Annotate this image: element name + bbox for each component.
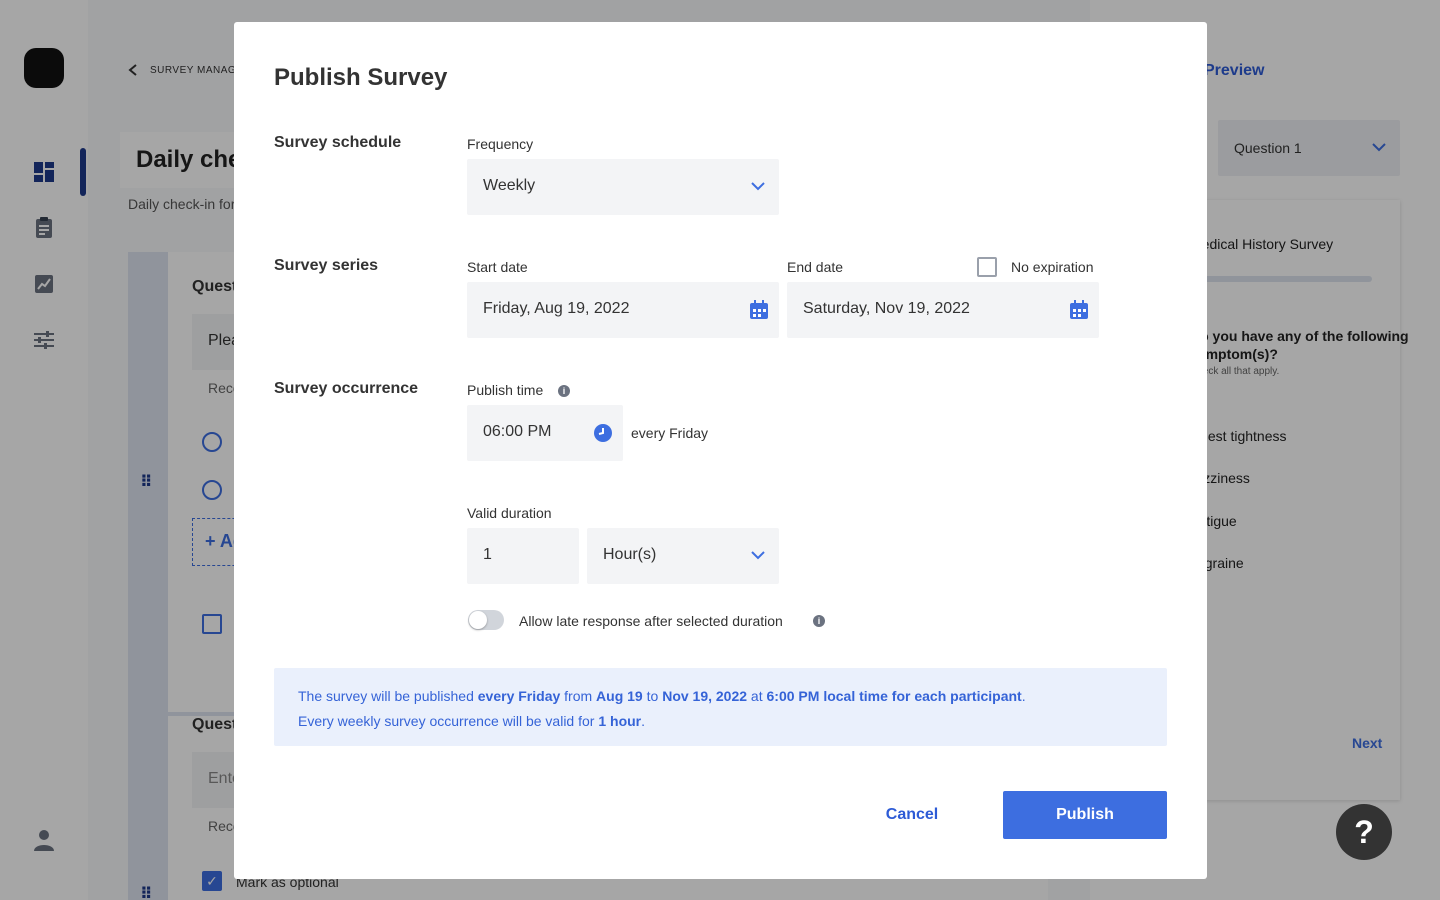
valid-duration-label: Valid duration	[467, 505, 552, 521]
occurrence-section-label: Survey occurrence	[274, 380, 419, 397]
toggle-knob	[469, 611, 487, 629]
start-date-field[interactable]: Friday, Aug 19, 2022	[467, 282, 779, 338]
duration-unit-value: Hour(s)	[603, 546, 657, 563]
modal-title: Publish Survey	[274, 64, 448, 91]
start-date-value: Friday, Aug 19, 2022	[483, 300, 630, 317]
calendar-icon[interactable]	[749, 300, 769, 320]
end-date-field[interactable]: Saturday, Nov 19, 2022	[787, 282, 1099, 338]
duration-input[interactable]: 1	[467, 528, 579, 584]
late-response-toggle[interactable]	[468, 610, 504, 630]
chevron-down-icon	[751, 182, 765, 191]
no-expiration-label: No expiration	[1011, 259, 1094, 275]
frequency-select[interactable]: Weekly	[467, 159, 779, 215]
calendar-icon[interactable]	[1069, 300, 1089, 320]
duration-unit-select[interactable]: Hour(s)	[587, 528, 779, 584]
clock-icon[interactable]	[593, 423, 613, 443]
chevron-down-icon	[751, 551, 765, 560]
publish-summary: The survey will be published every Frida…	[274, 668, 1167, 746]
late-response-label: Allow late response after selected durat…	[519, 613, 783, 629]
publish-button[interactable]: Publish	[1003, 791, 1167, 839]
schedule-section-label: Survey schedule	[274, 134, 402, 151]
summary-line-1: The survey will be published every Frida…	[298, 688, 1026, 704]
info-icon[interactable]: i	[558, 385, 570, 397]
no-expiration-checkbox[interactable]	[977, 257, 997, 277]
publish-time-label: Publish time	[467, 382, 544, 398]
publish-time-field[interactable]: 06:00 PM	[467, 405, 623, 461]
help-button[interactable]: ?	[1336, 804, 1392, 860]
start-date-label: Start date	[467, 259, 528, 275]
frequency-label: Frequency	[467, 136, 534, 152]
summary-line-2: Every weekly survey occurrence will be v…	[298, 713, 646, 729]
duration-value: 1	[483, 546, 492, 563]
every-day-label: every Friday	[631, 425, 709, 441]
frequency-value: Weekly	[483, 177, 536, 194]
publish-time-value: 06:00 PM	[483, 423, 552, 440]
series-section-label: Survey series	[274, 257, 379, 274]
end-date-label: End date	[787, 259, 844, 275]
cancel-button[interactable]: Cancel	[852, 791, 972, 839]
publish-survey-modal: Publish Survey Survey schedule Frequency…	[234, 22, 1207, 879]
info-icon[interactable]: i	[813, 615, 825, 627]
end-date-value: Saturday, Nov 19, 2022	[803, 300, 970, 317]
